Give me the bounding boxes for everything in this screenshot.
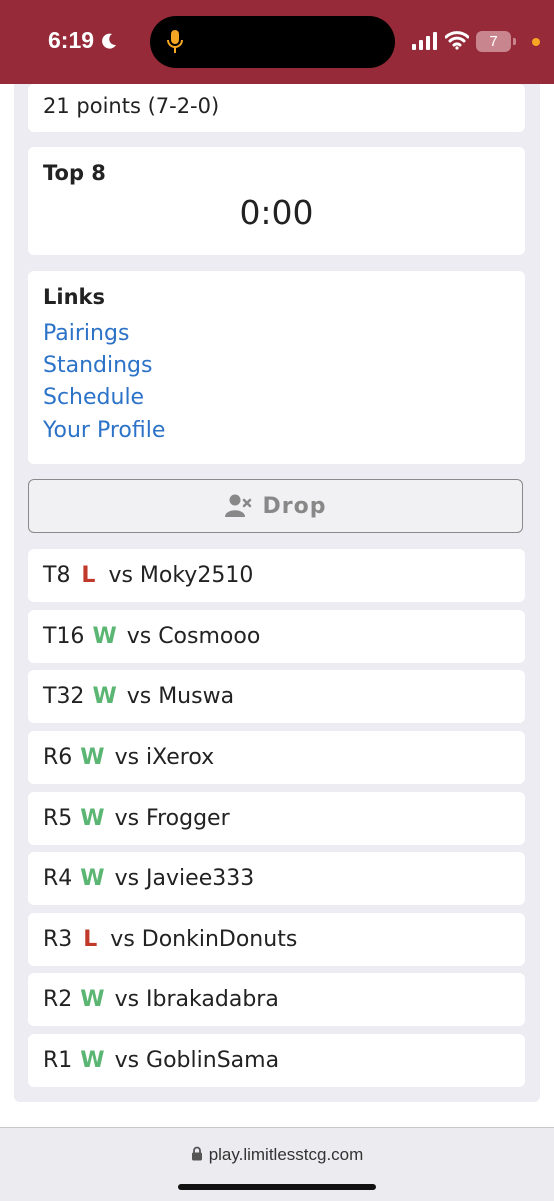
match-opponent: vs Frogger: [114, 806, 230, 831]
match-round: T8: [43, 563, 71, 588]
signal-icon: [412, 32, 437, 50]
match-result: W: [80, 1048, 105, 1073]
address-field[interactable]: play.limitlesstcg.com: [0, 1145, 554, 1165]
moon-icon: [102, 33, 116, 49]
your-profile-link[interactable]: Your Profile: [43, 418, 165, 443]
home-indicator[interactable]: [178, 1184, 376, 1190]
match-result: W: [80, 806, 105, 831]
match-opponent: vs iXerox: [114, 745, 215, 770]
match-opponent: vs Muswa: [126, 684, 235, 709]
match-round: R4: [43, 866, 73, 891]
url-text: play.limitlesstcg.com: [208, 1145, 364, 1164]
match-opponent: vs Javiee333: [114, 866, 255, 891]
drop-button[interactable]: Drop: [28, 479, 523, 533]
match-row[interactable]: T32 Wvs Muswa: [28, 670, 525, 723]
match-row[interactable]: R2 Wvs Ibrakadabra: [28, 973, 525, 1026]
match-round: R2: [43, 987, 73, 1012]
record-card: 21 points (7-2-0): [28, 84, 525, 132]
browser-url-bar[interactable]: play.limitlesstcg.com: [0, 1127, 554, 1201]
match-opponent: vs Moky2510: [108, 563, 254, 588]
drop-label: Drop: [262, 493, 327, 519]
phase-title: Top 8: [43, 161, 106, 185]
match-round: R5: [43, 806, 73, 831]
match-round: R1: [43, 1048, 73, 1073]
match-result: W: [80, 745, 105, 770]
match-opponent: vs DonkinDonuts: [110, 927, 298, 952]
match-result: W: [92, 684, 117, 709]
match-round: R6: [43, 745, 73, 770]
links-card: Links Pairings Standings Schedule Your P…: [28, 271, 525, 464]
match-result: L: [81, 563, 96, 588]
match-opponent: vs Ibrakadabra: [114, 987, 279, 1012]
match-result: W: [92, 624, 117, 649]
match-result: L: [83, 927, 98, 952]
schedule-link[interactable]: Schedule: [43, 385, 144, 410]
links-title: Links: [43, 285, 105, 309]
match-row[interactable]: R3 Lvs DonkinDonuts: [28, 913, 525, 966]
match-result: W: [80, 866, 105, 891]
match-row[interactable]: R6 Wvs iXerox: [28, 731, 525, 784]
match-row[interactable]: R1 Wvs GoblinSama: [28, 1034, 525, 1087]
match-opponent: vs GoblinSama: [114, 1048, 280, 1073]
pairings-link[interactable]: Pairings: [43, 321, 129, 346]
match-result: W: [80, 987, 105, 1012]
battery-indicator: 7: [476, 31, 516, 52]
match-round: T32: [43, 684, 85, 709]
user-x-icon: [224, 494, 251, 517]
match-row[interactable]: T16 Wvs Cosmooo: [28, 610, 525, 663]
privacy-dot: [532, 38, 540, 46]
match-row[interactable]: T8 Lvs Moky2510: [28, 549, 525, 602]
match-round: R3: [43, 927, 73, 952]
wifi-icon: [445, 31, 469, 50]
microphone-icon: [167, 30, 183, 53]
dynamic-island: [150, 16, 395, 68]
match-opponent: vs Cosmooo: [126, 624, 261, 649]
status-time: 6:19: [48, 27, 95, 53]
match-row[interactable]: R4 Wvs Javiee333: [28, 852, 525, 905]
lock-icon: [191, 1146, 202, 1161]
match-round: T16: [43, 624, 85, 649]
phase-card: Top 8 0:00: [28, 147, 525, 255]
standings-link[interactable]: Standings: [43, 353, 152, 378]
round-timer: 0:00: [239, 193, 314, 232]
match-row[interactable]: R5 Wvs Frogger: [28, 792, 525, 845]
status-bar: 6:19 7: [0, 0, 554, 84]
points-record: 21 points (7-2-0): [43, 94, 220, 118]
